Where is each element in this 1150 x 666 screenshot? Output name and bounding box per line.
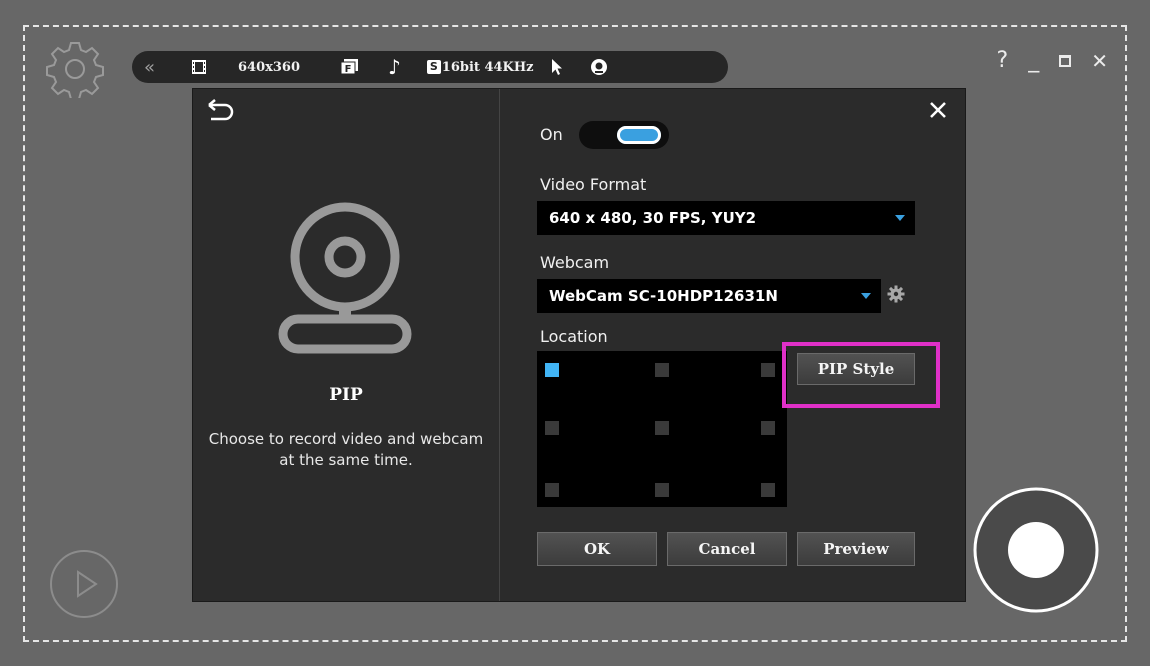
play-button[interactable] (50, 550, 118, 618)
close-window-icon[interactable]: ✕ (1091, 49, 1108, 73)
webcam-icon (278, 202, 412, 354)
pip-on-toggle[interactable] (579, 121, 669, 149)
film-icon[interactable] (190, 51, 208, 83)
ok-button[interactable]: OK (537, 532, 657, 566)
location-top-center[interactable] (655, 363, 669, 377)
settings-gear-icon[interactable] (46, 40, 104, 98)
on-label: On (540, 125, 563, 144)
location-top-left[interactable] (545, 363, 559, 377)
maximize-icon[interactable] (1059, 54, 1072, 67)
webcam-value: WebCam SC-10HDP12631N (549, 287, 778, 305)
webcam-select[interactable]: WebCam SC-10HDP12631N (537, 279, 881, 313)
location-middle-center[interactable] (655, 421, 669, 435)
video-format-label: Video Format (540, 175, 647, 194)
pip-title: PIP (329, 385, 363, 405)
highlight-box (782, 342, 940, 408)
music-note-icon[interactable]: ♪ (388, 55, 401, 79)
chevron-down-icon (895, 215, 905, 221)
format-icon[interactable]: F (340, 58, 360, 76)
pip-settings-dialog: PIP Choose to record video and webcam at… (192, 88, 966, 602)
webcam-badge-icon[interactable] (590, 58, 608, 76)
toggle-knob (617, 126, 661, 144)
play-icon (77, 570, 98, 598)
webcam-settings-gear-icon[interactable] (887, 285, 905, 303)
window-controls: ? _ ✕ (997, 48, 1108, 73)
location-middle-left[interactable] (545, 421, 559, 435)
resolution-label[interactable]: 640x360 (238, 60, 300, 75)
location-bottom-right[interactable] (761, 483, 775, 497)
chevron-down-icon (861, 293, 871, 299)
video-format-select[interactable]: 640 x 480, 30 FPS, YUY2 (537, 201, 915, 235)
location-bottom-left[interactable] (545, 483, 559, 497)
top-toolbar: « 640x360 F ♪ S 16bit 44KHz (132, 51, 728, 83)
preview-button[interactable]: Preview (797, 532, 915, 566)
cursor-arrow-icon[interactable] (550, 58, 564, 76)
location-label: Location (540, 327, 608, 346)
location-bottom-center[interactable] (655, 483, 669, 497)
audio-quality-label[interactable]: 16bit 44KHz (442, 60, 534, 75)
video-format-value: 640 x 480, 30 FPS, YUY2 (549, 209, 757, 227)
location-grid (537, 351, 787, 507)
panel-divider (499, 89, 500, 601)
collapse-double-chevron-icon[interactable]: « (144, 51, 180, 83)
minimize-icon[interactable]: _ (1028, 48, 1039, 73)
cancel-button[interactable]: Cancel (667, 532, 787, 566)
webcam-label: Webcam (540, 253, 610, 272)
back-arrow-icon[interactable] (205, 99, 235, 123)
close-dialog-icon[interactable] (926, 98, 950, 122)
location-top-right[interactable] (761, 363, 775, 377)
help-icon[interactable]: ? (997, 48, 1009, 73)
pip-description: Choose to record video and webcam at the… (208, 430, 484, 469)
location-middle-right[interactable] (761, 421, 775, 435)
record-button[interactable] (971, 485, 1101, 615)
svg-text:F: F (345, 64, 352, 75)
audio-badge: S (426, 60, 441, 74)
